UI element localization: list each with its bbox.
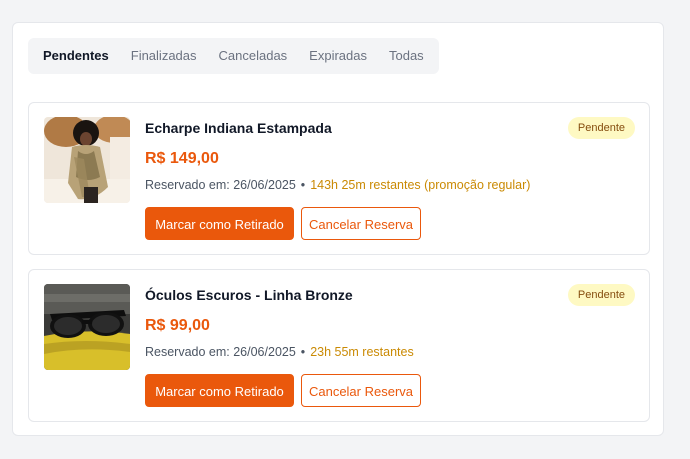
reservation-card: Óculos Escuros - Linha Bronze R$ 99,00 R… bbox=[28, 269, 650, 422]
cancel-reservation-button[interactable]: Cancelar Reserva bbox=[301, 374, 421, 407]
product-title: Óculos Escuros - Linha Bronze bbox=[145, 287, 353, 303]
meta-separator: • bbox=[300, 345, 306, 359]
reserved-date: Reservado em: 26/06/2025 bbox=[145, 178, 296, 192]
time-remaining: 23h 55m restantes bbox=[310, 345, 414, 359]
product-image-scarf bbox=[44, 117, 130, 203]
reservation-meta: Reservado em: 26/06/2025 • 23h 55m restant… bbox=[145, 345, 414, 359]
product-price: R$ 99,00 bbox=[145, 317, 210, 334]
product-title: Echarpe Indiana Estampada bbox=[145, 120, 332, 136]
tab-finalizadas[interactable]: Finalizadas bbox=[120, 42, 208, 70]
mark-picked-up-button[interactable]: Marcar como Retirado bbox=[145, 207, 294, 240]
tab-pendentes[interactable]: Pendentes bbox=[32, 42, 120, 70]
reservation-card: Echarpe Indiana Estampada R$ 149,00 Rese… bbox=[28, 102, 650, 255]
product-image-sunglasses bbox=[44, 284, 130, 370]
tab-todas[interactable]: Todas bbox=[378, 42, 435, 70]
reservations-panel: Pendentes Finalizadas Canceladas Expirad… bbox=[12, 22, 664, 436]
woman-with-scarf-photo bbox=[44, 117, 130, 203]
status-tabs: Pendentes Finalizadas Canceladas Expirad… bbox=[28, 38, 439, 74]
cancel-reservation-button[interactable]: Cancelar Reserva bbox=[301, 207, 421, 240]
reserved-date: Reservado em: 26/06/2025 bbox=[145, 345, 296, 359]
reservation-meta: Reservado em: 26/06/2025 • 143h 25m restan… bbox=[145, 178, 530, 192]
sunglasses-photo bbox=[44, 284, 130, 370]
product-price: R$ 149,00 bbox=[145, 150, 219, 167]
status-badge: Pendente bbox=[567, 284, 635, 306]
tab-canceladas[interactable]: Canceladas bbox=[208, 42, 299, 70]
status-badge: Pendente bbox=[567, 117, 635, 139]
mark-picked-up-button[interactable]: Marcar como Retirado bbox=[145, 374, 294, 407]
tab-expiradas[interactable]: Expiradas bbox=[298, 42, 378, 70]
meta-separator: • bbox=[300, 178, 306, 192]
time-remaining: 143h 25m restantes (promoção regular) bbox=[310, 178, 531, 192]
